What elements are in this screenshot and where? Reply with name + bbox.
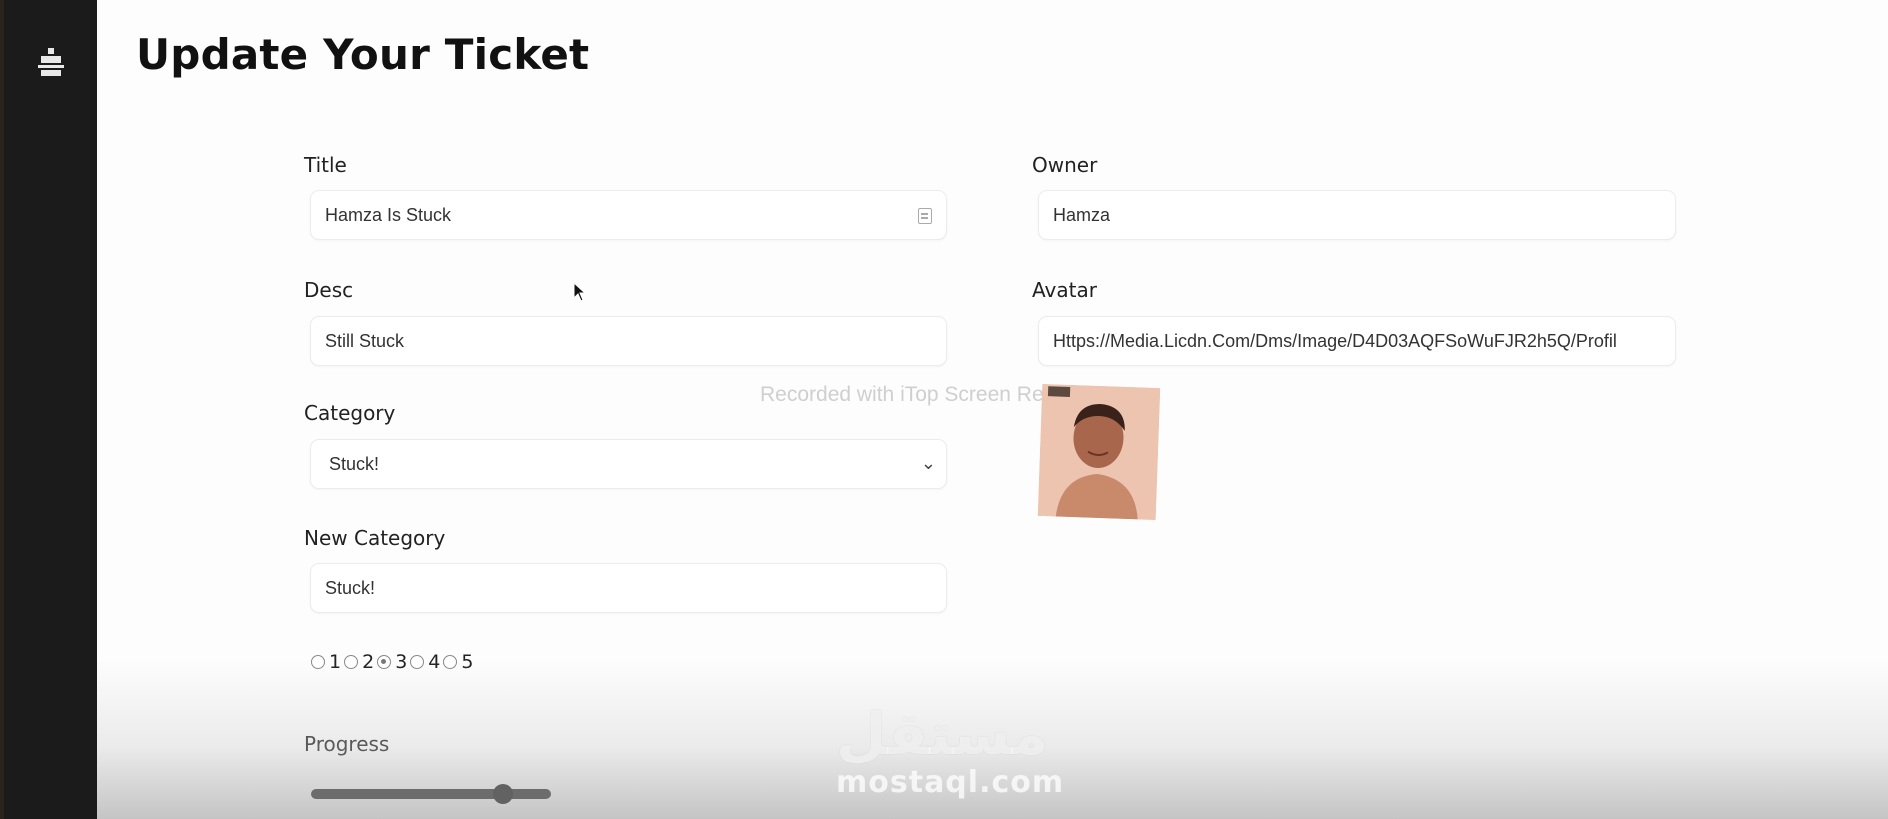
priority-radio-group: 1 2 3 4 5 bbox=[311, 650, 473, 674]
progress-label: Progress bbox=[304, 732, 390, 756]
desc-input-value: Still Stuck bbox=[325, 330, 405, 351]
mostaql-logo: مستقل bbox=[836, 700, 1049, 768]
radio-button[interactable] bbox=[443, 655, 458, 669]
owner-input[interactable]: Hamza bbox=[1038, 190, 1676, 240]
avatar-url-input-value: Https://Media.Licdn.Com/Dms/Image/D4D03A… bbox=[1053, 330, 1617, 351]
priority-option-label: 3 bbox=[395, 651, 408, 673]
category-label: Category bbox=[304, 401, 396, 425]
avatar-label: Avatar bbox=[1032, 278, 1097, 302]
radio-button[interactable] bbox=[344, 655, 359, 669]
mouse-cursor-icon bbox=[573, 282, 587, 302]
avatar-url-input[interactable]: Https://Media.Licdn.Com/Dms/Image/D4D03A… bbox=[1038, 316, 1676, 366]
priority-option-label: 2 bbox=[362, 651, 375, 673]
category-select[interactable]: Stuck! ⌄ bbox=[310, 439, 947, 489]
chevron-down-icon: ⌄ bbox=[920, 453, 936, 473]
title-input[interactable]: Hamza Is Stuck bbox=[310, 190, 947, 240]
radio-button[interactable] bbox=[311, 655, 325, 669]
page-title: Update Your Ticket bbox=[136, 30, 590, 79]
desc-label: Desc bbox=[304, 278, 354, 302]
priority-option-5[interactable]: 5 bbox=[443, 651, 473, 673]
owner-label: Owner bbox=[1032, 153, 1098, 177]
desc-input[interactable]: Still Stuck bbox=[310, 316, 947, 366]
title-input-value: Hamza Is Stuck bbox=[325, 204, 452, 225]
radio-button-selected[interactable] bbox=[377, 655, 392, 669]
webcam-overlay bbox=[1037, 383, 1161, 521]
title-label: Title bbox=[304, 153, 347, 177]
new-category-input-value: Stuck! bbox=[325, 577, 376, 598]
new-category-label: New Category bbox=[304, 526, 446, 550]
priority-option-label: 1 bbox=[329, 651, 342, 673]
mostaql-site-text: mostaql.com bbox=[836, 765, 1065, 800]
priority-option-4[interactable]: 4 bbox=[410, 651, 440, 673]
priority-option-label: 4 bbox=[428, 651, 441, 673]
priority-option-2[interactable]: 2 bbox=[344, 651, 374, 673]
stack-icon[interactable] bbox=[38, 48, 64, 76]
sidebar bbox=[0, 0, 97, 819]
autofill-icon[interactable] bbox=[918, 208, 932, 224]
new-category-input[interactable]: Stuck! bbox=[310, 563, 947, 613]
priority-option-label: 5 bbox=[461, 651, 474, 673]
progress-slider[interactable] bbox=[311, 784, 551, 804]
slider-handle[interactable] bbox=[493, 784, 513, 804]
radio-button[interactable] bbox=[410, 655, 425, 669]
category-select-value: Stuck! bbox=[329, 453, 380, 474]
priority-option-3[interactable]: 3 bbox=[377, 651, 407, 673]
priority-option-1[interactable]: 1 bbox=[311, 651, 341, 673]
slider-track[interactable] bbox=[311, 789, 551, 799]
owner-input-value: Hamza bbox=[1053, 204, 1111, 225]
